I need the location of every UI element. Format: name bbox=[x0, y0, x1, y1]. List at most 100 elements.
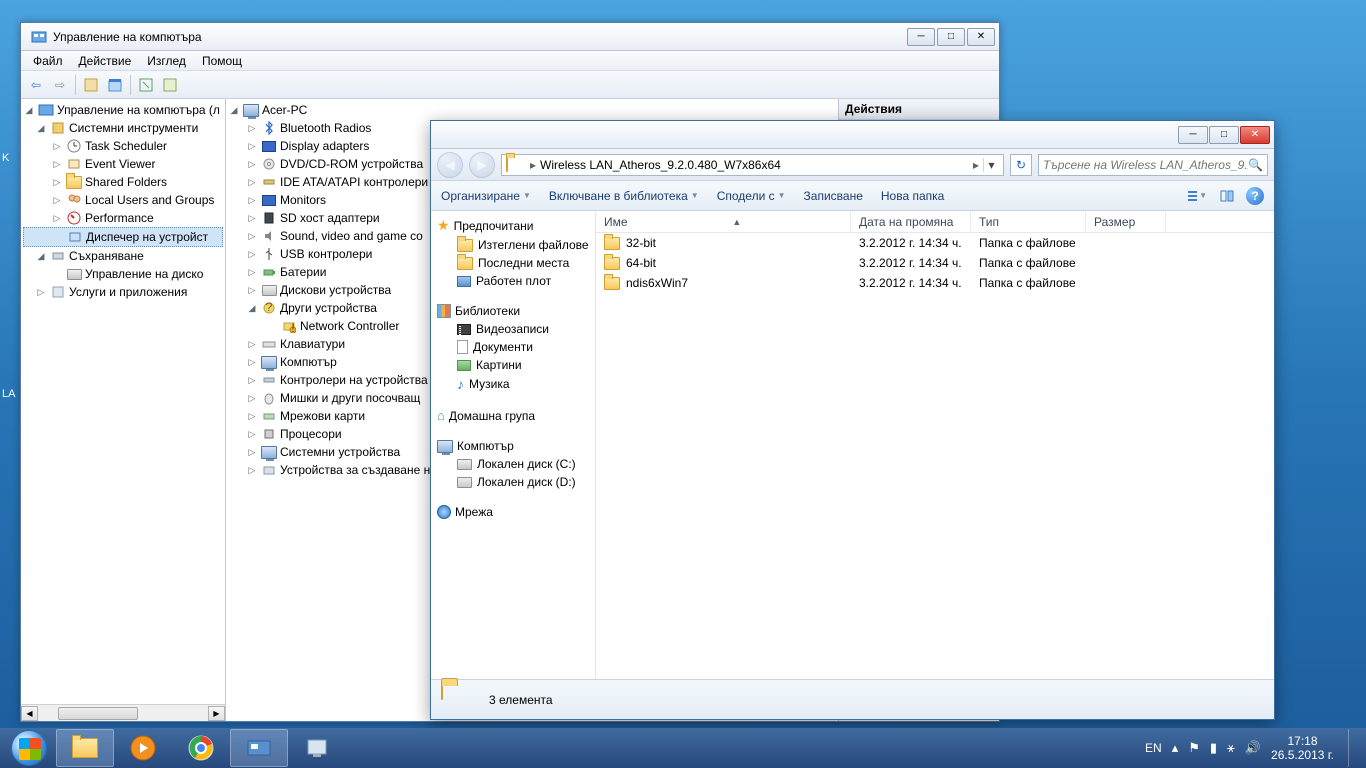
tray-arrow-icon[interactable]: ▴ bbox=[1172, 740, 1179, 756]
start-button[interactable] bbox=[2, 729, 56, 767]
music-icon: ♪ bbox=[457, 376, 464, 392]
nav-forward-button[interactable]: ▶ bbox=[469, 152, 495, 178]
help-button[interactable]: ? bbox=[1246, 187, 1264, 205]
explorer-window: ─ □ ✕ ◀ ▶ ▸ Wireless LAN_Atheros_9.2.0.4… bbox=[430, 120, 1275, 720]
menu-action[interactable]: Действие bbox=[71, 52, 140, 70]
star-icon: ★ bbox=[437, 217, 450, 234]
np-pictures[interactable]: Картини bbox=[431, 356, 595, 374]
cm-toolbar: ⇦ ⇨ bbox=[21, 71, 999, 99]
np-documents[interactable]: Документи bbox=[431, 338, 595, 356]
tree-root[interactable]: ◢Управление на компютъра (л bbox=[23, 101, 223, 119]
battery-icon[interactable]: ▮ bbox=[1210, 740, 1217, 756]
search-input[interactable] bbox=[1043, 158, 1248, 172]
tb-include[interactable]: Включване в библиотека ▼ bbox=[549, 189, 699, 203]
tb-icon-1[interactable] bbox=[80, 74, 102, 96]
tb-icon-2[interactable] bbox=[104, 74, 126, 96]
tree-services[interactable]: ▷Услуги и приложения bbox=[23, 283, 223, 301]
tb-icon-4[interactable] bbox=[159, 74, 181, 96]
folder-icon bbox=[604, 257, 620, 270]
np-music[interactable]: ♪Музика bbox=[431, 374, 595, 394]
breadcrumb[interactable]: ▸ Wireless LAN_Atheros_9.2.0.480_W7x86x6… bbox=[501, 154, 1004, 176]
flag-icon[interactable]: ⚑ bbox=[1188, 740, 1200, 756]
close-button[interactable]: ✕ bbox=[967, 28, 995, 46]
ex-file-list: Име▲ Дата на промяна Тип Размер 32-bit 3… bbox=[596, 211, 1274, 679]
file-row[interactable]: 64-bit 3.2.2012 г. 14:34 ч. Папка с файл… bbox=[596, 253, 1274, 273]
explorer-icon bbox=[72, 738, 98, 758]
np-computer[interactable]: Компютър bbox=[431, 437, 595, 455]
tb-icon-3[interactable] bbox=[135, 74, 157, 96]
task-app[interactable] bbox=[288, 729, 346, 767]
tb-burn[interactable]: Записване bbox=[804, 189, 863, 203]
desktop-icon bbox=[457, 276, 471, 287]
left-scrollbar[interactable]: ◀▶ bbox=[21, 704, 225, 721]
np-recent[interactable]: Последни места bbox=[431, 254, 595, 272]
lang-indicator[interactable]: EN bbox=[1145, 741, 1162, 755]
task-explorer[interactable] bbox=[56, 729, 114, 767]
ex-titlebar[interactable]: ─ □ ✕ bbox=[431, 121, 1274, 149]
task-chrome[interactable] bbox=[172, 729, 230, 767]
np-downloads[interactable]: Изтеглени файлове bbox=[431, 236, 595, 254]
clock[interactable]: 17:18 26.5.2013 г. bbox=[1271, 734, 1334, 763]
folder-icon bbox=[604, 237, 620, 250]
maximize-button[interactable]: □ bbox=[937, 28, 965, 46]
col-type[interactable]: Тип bbox=[971, 211, 1086, 232]
menu-view[interactable]: Изглед bbox=[139, 52, 194, 70]
np-disk-d[interactable]: Локален диск (D:) bbox=[431, 473, 595, 491]
task-media-player[interactable] bbox=[114, 729, 172, 767]
breadcrumb-text[interactable]: Wireless LAN_Atheros_9.2.0.480_W7x86x64 bbox=[540, 158, 969, 172]
tree-shared-folders[interactable]: ▷Shared Folders bbox=[23, 173, 223, 191]
volume-icon[interactable]: 🔊 bbox=[1245, 740, 1261, 756]
svg-text:?: ? bbox=[266, 301, 273, 314]
breadcrumb-dropdown-icon[interactable]: ▾ bbox=[983, 158, 999, 172]
np-disk-c[interactable]: Локален диск (C:) bbox=[431, 455, 595, 473]
col-name[interactable]: Име▲ bbox=[596, 211, 851, 232]
dev-root[interactable]: ◢Acer-PC bbox=[228, 101, 836, 119]
cm-menubar: Файл Действие Изглед Помощ bbox=[21, 51, 999, 71]
tree-storage[interactable]: ◢Съхраняване bbox=[23, 247, 223, 265]
search-icon[interactable]: 🔍 bbox=[1248, 158, 1263, 172]
tree-local-users[interactable]: ▷Local Users and Groups bbox=[23, 191, 223, 209]
task-computer-mgmt[interactable] bbox=[230, 729, 288, 767]
tree-performance[interactable]: ▷Performance bbox=[23, 209, 223, 227]
tree-event-viewer[interactable]: ▷Event Viewer bbox=[23, 155, 223, 173]
tree-system-tools[interactable]: ◢Системни инструменти bbox=[23, 119, 223, 137]
np-videos[interactable]: Видеозаписи bbox=[431, 320, 595, 338]
ex-maximize-button[interactable]: □ bbox=[1209, 126, 1239, 144]
tree-disk-mgmt[interactable]: Управление на диско bbox=[23, 265, 223, 283]
minimize-button[interactable]: ─ bbox=[907, 28, 935, 46]
np-homegroup[interactable]: ⌂Домашна група bbox=[431, 406, 595, 425]
tb-organize[interactable]: Организиране ▼ bbox=[441, 189, 531, 203]
file-header: Име▲ Дата на промяна Тип Размер bbox=[596, 211, 1274, 233]
tree-task-scheduler[interactable]: ▷Task Scheduler bbox=[23, 137, 223, 155]
file-row[interactable]: ndis6xWin7 3.2.2012 г. 14:34 ч. Папка с … bbox=[596, 273, 1274, 293]
menu-help[interactable]: Помощ bbox=[194, 52, 250, 70]
show-desktop-button[interactable] bbox=[1348, 729, 1358, 767]
col-size[interactable]: Размер bbox=[1086, 211, 1166, 232]
preview-pane-icon[interactable] bbox=[1216, 185, 1238, 207]
tree-device-manager[interactable]: Диспечер на устройст bbox=[23, 227, 223, 247]
tb-share[interactable]: Сподели с ▼ bbox=[717, 189, 786, 203]
computer-icon bbox=[437, 440, 453, 453]
forward-icon[interactable]: ⇨ bbox=[49, 74, 71, 96]
ex-minimize-button[interactable]: ─ bbox=[1178, 126, 1208, 144]
nav-back-button[interactable]: ◀ bbox=[437, 152, 463, 178]
system-tray: EN ▴ ⚑ ▮ ⚹ 🔊 17:18 26.5.2013 г. bbox=[1145, 729, 1364, 767]
np-desktop[interactable]: Работен плот bbox=[431, 272, 595, 290]
search-box[interactable]: 🔍 bbox=[1038, 154, 1268, 176]
view-options-icon[interactable]: ▼ bbox=[1186, 185, 1208, 207]
back-icon[interactable]: ⇦ bbox=[25, 74, 47, 96]
file-row[interactable]: 32-bit 3.2.2012 г. 14:34 ч. Папка с файл… bbox=[596, 233, 1274, 253]
folder-big-icon bbox=[441, 685, 477, 715]
cm-titlebar[interactable]: Управление на компютъра ─ □ ✕ bbox=[21, 23, 999, 51]
np-libraries[interactable]: Библиотеки bbox=[431, 302, 595, 320]
refresh-button[interactable]: ↻ bbox=[1010, 154, 1032, 176]
col-date[interactable]: Дата на промяна bbox=[851, 211, 971, 232]
disk-icon bbox=[457, 477, 472, 488]
network-tray-icon[interactable]: ⚹ bbox=[1227, 740, 1235, 756]
np-favorites[interactable]: ★Предпочитани bbox=[431, 215, 595, 236]
taskbar: EN ▴ ⚑ ▮ ⚹ 🔊 17:18 26.5.2013 г. bbox=[0, 728, 1366, 768]
menu-file[interactable]: Файл bbox=[25, 52, 71, 70]
np-network[interactable]: Мрежа bbox=[431, 503, 595, 521]
tb-new-folder[interactable]: Нова папка bbox=[881, 189, 944, 203]
ex-close-button[interactable]: ✕ bbox=[1240, 126, 1270, 144]
